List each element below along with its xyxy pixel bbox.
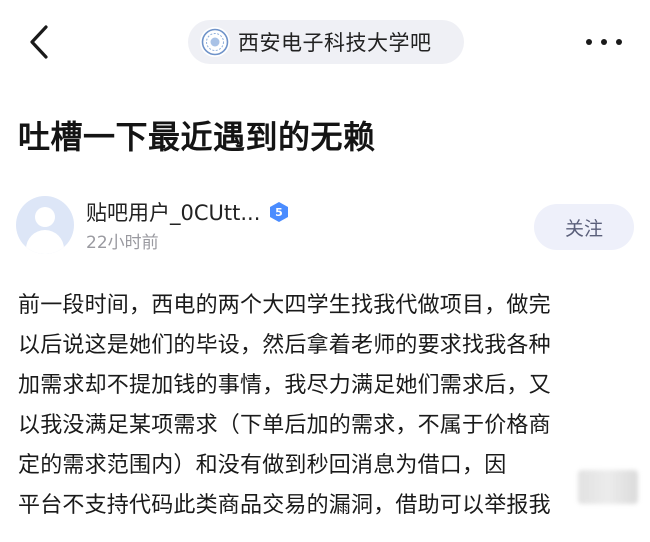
post-page: 西安电子科技大学吧 吐槽一下最近遇到的无赖 贴吧用户_0CUtt... 5 22… [0, 0, 650, 542]
more-dots-icon [601, 39, 607, 45]
back-button[interactable] [22, 22, 56, 62]
top-navigation-bar: 西安电子科技大学吧 [0, 0, 650, 84]
university-logo-icon [200, 27, 230, 57]
follow-button[interactable]: 关注 [534, 204, 634, 250]
post-time: 22小时前 [86, 233, 159, 253]
body-line: 平台不支持代码此类商品交易的漏洞，借助可以举报我 [18, 493, 551, 518]
body-line: 加需求却不提加钱的事情，我尽力满足她们需求后，又 [18, 373, 551, 398]
body-line: 以后说这是她们的毕设，然后拿着老师的要求找我各种 [18, 333, 551, 358]
blurred-text-mask [578, 470, 638, 504]
body-line: 以我没满足某项需求（下单后加的需求，不属于价格商 [18, 413, 551, 438]
forum-name: 西安电子科技大学吧 [238, 31, 432, 55]
more-dots-icon [616, 39, 622, 45]
more-options-button[interactable] [580, 28, 628, 56]
forum-name-pill[interactable]: 西安电子科技大学吧 [188, 20, 464, 64]
more-dots-icon [586, 39, 592, 45]
post-body: 前一段时间，西电的两个大四学生找我代做项目，做完 以后说这是她们的毕设，然后拿着… [18, 286, 638, 526]
chevron-left-icon [30, 25, 48, 59]
body-line: 前一段时间，西电的两个大四学生找我代做项目，做完 [18, 293, 551, 318]
level-badge-icon: 5 [268, 201, 290, 223]
author-info: 贴吧用户_0CUtt... 5 [86, 198, 290, 226]
level-number: 5 [276, 206, 284, 219]
author-name[interactable]: 贴吧用户_0CUtt... [86, 197, 260, 227]
author-avatar[interactable] [16, 196, 74, 254]
post-title: 吐槽一下最近遇到的无赖 [18, 118, 376, 156]
body-line: 定的需求范围内）和没有做到秒回消息为借口，因 [18, 453, 507, 478]
